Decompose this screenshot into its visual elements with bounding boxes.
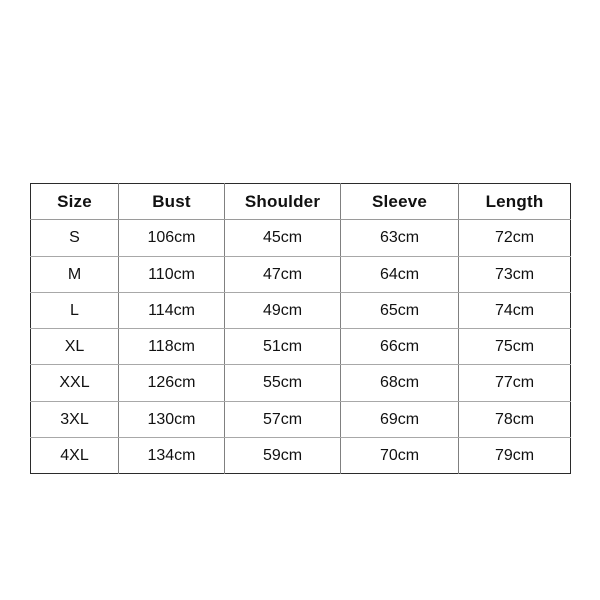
cell-sleeve: 66cm (340, 328, 459, 366)
cell-bust: 114cm (118, 292, 225, 330)
cell-sleeve: 63cm (340, 219, 459, 257)
cell-shoulder: 49cm (224, 292, 341, 330)
cell-bust: 126cm (118, 364, 225, 402)
cell-bust: 106cm (118, 219, 225, 257)
cell-sleeve: 65cm (340, 292, 459, 330)
cell-length: 72cm (458, 219, 571, 257)
table-row: S 106cm 45cm 63cm 72cm (30, 219, 571, 257)
cell-bust: 110cm (118, 256, 225, 293)
cell-shoulder: 59cm (224, 437, 341, 474)
cell-sleeve: 69cm (340, 401, 459, 438)
cell-size: M (30, 256, 119, 293)
cell-bust: 134cm (118, 437, 225, 474)
cell-size: XL (30, 328, 119, 366)
cell-bust: 130cm (118, 401, 225, 438)
cell-shoulder: 57cm (224, 401, 341, 438)
table-body: S 106cm 45cm 63cm 72cm M 110cm 47cm 64cm… (30, 219, 571, 474)
cell-length: 75cm (458, 328, 571, 366)
table-row: XL 118cm 51cm 66cm 75cm (30, 328, 571, 366)
table-row: 3XL 130cm 57cm 69cm 78cm (30, 401, 571, 438)
cell-bust: 118cm (118, 328, 225, 366)
column-header-bust: Bust (118, 183, 225, 221)
header-row: Size Bust Shoulder Sleeve Length (30, 183, 571, 221)
table-row: 4XL 134cm 59cm 70cm 79cm (30, 437, 571, 474)
column-header-sleeve: Sleeve (340, 183, 459, 221)
column-header-size: Size (30, 183, 119, 221)
table-row: M 110cm 47cm 64cm 73cm (30, 256, 571, 293)
cell-size: S (30, 219, 119, 257)
size-chart-table: Size Bust Shoulder Sleeve Length S 106cm… (30, 183, 571, 474)
cell-shoulder: 47cm (224, 256, 341, 293)
column-header-shoulder: Shoulder (224, 183, 341, 221)
cell-shoulder: 55cm (224, 364, 341, 402)
cell-size: XXL (30, 364, 119, 402)
table-row: L 114cm 49cm 65cm 74cm (30, 292, 571, 330)
cell-length: 79cm (494, 446, 535, 464)
cell-length: 73cm (458, 256, 571, 293)
cell-size: 3XL (30, 401, 119, 438)
cell-shoulder: 45cm (224, 219, 341, 257)
column-header-length: Length (458, 183, 571, 221)
cell-shoulder: 51cm (224, 328, 341, 366)
cell-size: 4XL (30, 437, 119, 474)
cell-sleeve: 64cm (340, 256, 459, 293)
size-chart-container: Size Bust Shoulder Sleeve Length S 106cm… (30, 183, 571, 474)
table-row: XXL 126cm 55cm 68cm 77cm (30, 364, 571, 402)
cell-sleeve: 70cm (340, 437, 459, 474)
cell-sleeve: 68cm (340, 364, 459, 402)
cell-length: 74cm (458, 292, 571, 330)
cell-length: 77cm (458, 364, 571, 402)
cell-size: L (30, 292, 119, 330)
table-header: Size Bust Shoulder Sleeve Length (30, 183, 571, 221)
cell-length: 78cm (458, 401, 571, 438)
